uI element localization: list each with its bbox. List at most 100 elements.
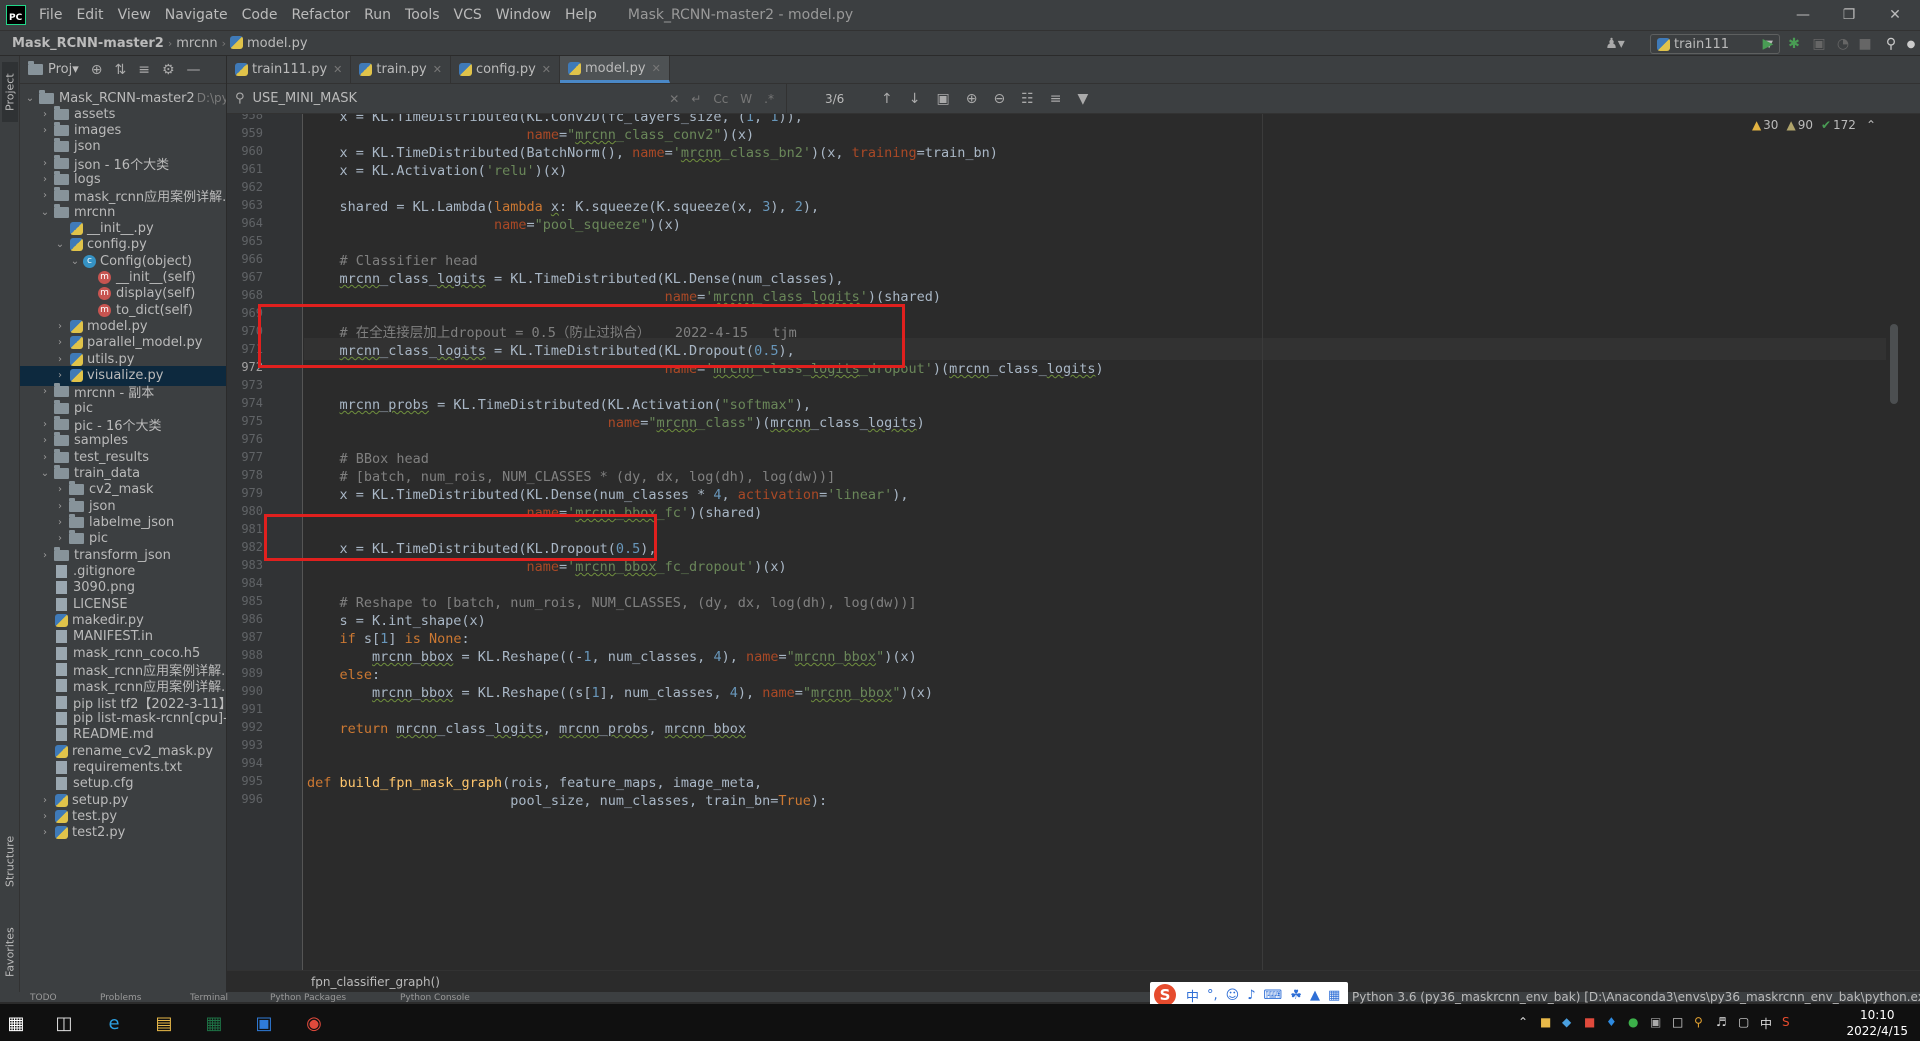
ime-taskbar-label[interactable]: 中 (1760, 1015, 1772, 1032)
shirt-icon[interactable]: ▲ (1310, 988, 1320, 1003)
todo-tool-tab[interactable]: TODO (30, 993, 57, 1002)
menu-vcs[interactable]: VCS (447, 7, 489, 23)
hide-panel-icon[interactable]: — (187, 62, 201, 78)
notification-icon[interactable]: ▢ (1738, 1015, 1749, 1029)
updates-icon[interactable]: ● (1902, 35, 1920, 53)
tab-model[interactable]: model.py ✕ (560, 56, 670, 83)
filter-icon[interactable]: ▼ (1077, 91, 1088, 107)
windows-start-icon[interactable]: ▦ (2, 1009, 30, 1037)
chevron-right-icon[interactable]: › (54, 354, 66, 365)
skin-icon[interactable]: ☘ (1290, 988, 1302, 1003)
ime-language-toggle[interactable]: 中 (1186, 986, 1199, 1005)
favorites-tool-tab[interactable]: Favorites (2, 912, 18, 992)
menu-navigate[interactable]: Navigate (158, 7, 235, 23)
python-console-tool-tab[interactable]: Python Console (400, 993, 470, 1002)
volume-icon[interactable]: ♬ (1716, 1015, 1727, 1029)
chevron-right-icon[interactable]: › (54, 337, 66, 348)
task-view-icon[interactable]: ◫ (50, 1009, 78, 1037)
restore-icon[interactable]: ❐ (1826, 0, 1872, 30)
chevron-right-icon[interactable]: › (39, 550, 51, 561)
apps-grid-icon[interactable]: ▦ (1328, 988, 1340, 1003)
menu-window[interactable]: Window (489, 7, 558, 23)
stop-icon[interactable]: ■ (1856, 35, 1874, 53)
chevron-down-icon[interactable]: ⌄ (39, 207, 51, 218)
code-breadcrumb[interactable]: fpn_classifier_graph() (227, 970, 1920, 992)
chevron-right-icon[interactable]: › (39, 109, 51, 120)
menu-help[interactable]: Help (558, 7, 604, 23)
expand-all-icon[interactable]: ⇅ (115, 62, 127, 78)
close-tab-icon[interactable]: ✕ (333, 63, 342, 76)
structure-tool-tab[interactable]: Structure (2, 826, 18, 896)
chevron-down-icon[interactable]: ⌄ (39, 468, 51, 479)
punctuation-icon[interactable]: °, (1207, 988, 1218, 1003)
chevron-right-icon[interactable]: › (54, 321, 66, 332)
chrome-icon[interactable]: ◉ (300, 1009, 328, 1037)
chevron-right-icon[interactable]: › (39, 419, 51, 430)
chevron-right-icon[interactable]: › (54, 484, 66, 495)
chevron-right-icon[interactable]: › (54, 501, 66, 512)
search-tray-icon[interactable]: ⚲ (1694, 1015, 1703, 1029)
keyboard-icon[interactable]: ⌨ (1264, 988, 1283, 1003)
collapse-all-icon[interactable]: ≡ (138, 62, 150, 78)
add-selection-icon[interactable]: ⊕ (966, 91, 978, 107)
inspection-widget[interactable]: ▲ 30 ▲ 90 ✔ 172 ⌃ (1752, 118, 1876, 132)
close-tab-icon[interactable]: ✕ (433, 63, 442, 76)
tab-train111[interactable]: train111.py ✕ (227, 56, 352, 83)
scrollbar[interactable] (1886, 114, 1900, 970)
chevron-down-icon[interactable]: ⌄ (24, 93, 36, 104)
chevron-right-icon[interactable]: › (39, 158, 51, 169)
chevron-up-icon[interactable]: ⌃ (1866, 118, 1876, 132)
chevron-right-icon[interactable]: › (54, 370, 66, 381)
excel-icon[interactable]: ▦ (200, 1009, 228, 1037)
close-tab-icon[interactable]: ✕ (542, 63, 551, 76)
chevron-right-icon[interactable]: › (39, 174, 51, 185)
problems-tool-tab[interactable]: Problems (100, 993, 141, 1002)
close-icon[interactable]: ✕ (1872, 0, 1918, 30)
coverage-icon[interactable]: ▣ (1810, 35, 1828, 53)
search-query[interactable]: USE_MINI_MASK (253, 91, 670, 106)
network-icon[interactable]: □ (1672, 1015, 1683, 1029)
tree-item[interactable]: › test2.py (20, 823, 125, 843)
locate-icon[interactable]: ⊕ (91, 62, 103, 78)
chevron-right-icon[interactable]: › (39, 795, 51, 806)
menu-view[interactable]: View (111, 7, 158, 23)
match-case-toggle[interactable]: Cc (713, 92, 728, 106)
minimize-icon[interactable]: — (1780, 0, 1826, 30)
select-all-icon[interactable]: ☷ (1021, 91, 1034, 107)
internet-explorer-icon[interactable]: e (100, 1009, 128, 1037)
menu-file[interactable]: File (32, 7, 69, 23)
sogou-tray-icon[interactable]: S (1782, 1015, 1790, 1029)
code-editor[interactable]: 958 959 960 961 962 963 964 965 966 967 968 969 970 9… (227, 114, 1900, 970)
close-tab-icon[interactable]: ✕ (652, 62, 661, 75)
chevron-right-icon[interactable]: › (39, 386, 51, 397)
pycharm-taskbar-icon[interactable]: ▣ (250, 1009, 278, 1037)
emoji-icon[interactable]: ☺ (1226, 988, 1240, 1003)
file-explorer-icon[interactable]: ▤ (150, 1009, 178, 1037)
clear-search-icon[interactable]: ✕ (669, 92, 679, 106)
chevron-right-icon[interactable]: › (39, 125, 51, 136)
breadcrumb-file[interactable]: model.py (226, 35, 312, 51)
scrollbar-thumb[interactable] (1890, 324, 1898, 404)
chevron-right-icon[interactable]: › (54, 517, 66, 528)
tray-app-icon[interactable]: ■ (1540, 1015, 1551, 1029)
menu-code[interactable]: Code (235, 7, 285, 23)
tray-app-icon[interactable]: ▣ (1650, 1015, 1661, 1029)
previous-occurrence-icon[interactable]: ↑ (881, 91, 893, 107)
search-icon[interactable]: ⚲ (1882, 35, 1900, 53)
chevron-down-icon[interactable]: ⌄ (69, 256, 81, 267)
chevron-right-icon[interactable]: › (39, 811, 51, 822)
chevron-right-icon[interactable]: › (39, 827, 51, 838)
search-input[interactable]: ⚲ USE_MINI_MASK ✕ ↵ Cc W .* (227, 83, 787, 114)
terminal-tool-tab[interactable]: Terminal (190, 993, 228, 1002)
menu-run[interactable]: Run (357, 7, 398, 23)
open-in-window-icon[interactable]: ≡ (1050, 91, 1062, 107)
profile-icon[interactable]: ◔ (1834, 35, 1852, 53)
bluetooth-icon[interactable]: ♦ (1606, 1015, 1617, 1029)
next-occurrence-icon[interactable]: ↓ (909, 91, 921, 107)
shield-icon[interactable]: ◆ (1562, 1015, 1571, 1029)
tab-config[interactable]: config.py ✕ (451, 56, 561, 83)
project-tool-tab[interactable]: Project (2, 62, 18, 122)
user-icon[interactable]: ♟▾ (1605, 35, 1625, 53)
remove-selection-icon[interactable]: ⊖ (993, 91, 1005, 107)
microphone-icon[interactable]: ♪ (1247, 988, 1255, 1003)
